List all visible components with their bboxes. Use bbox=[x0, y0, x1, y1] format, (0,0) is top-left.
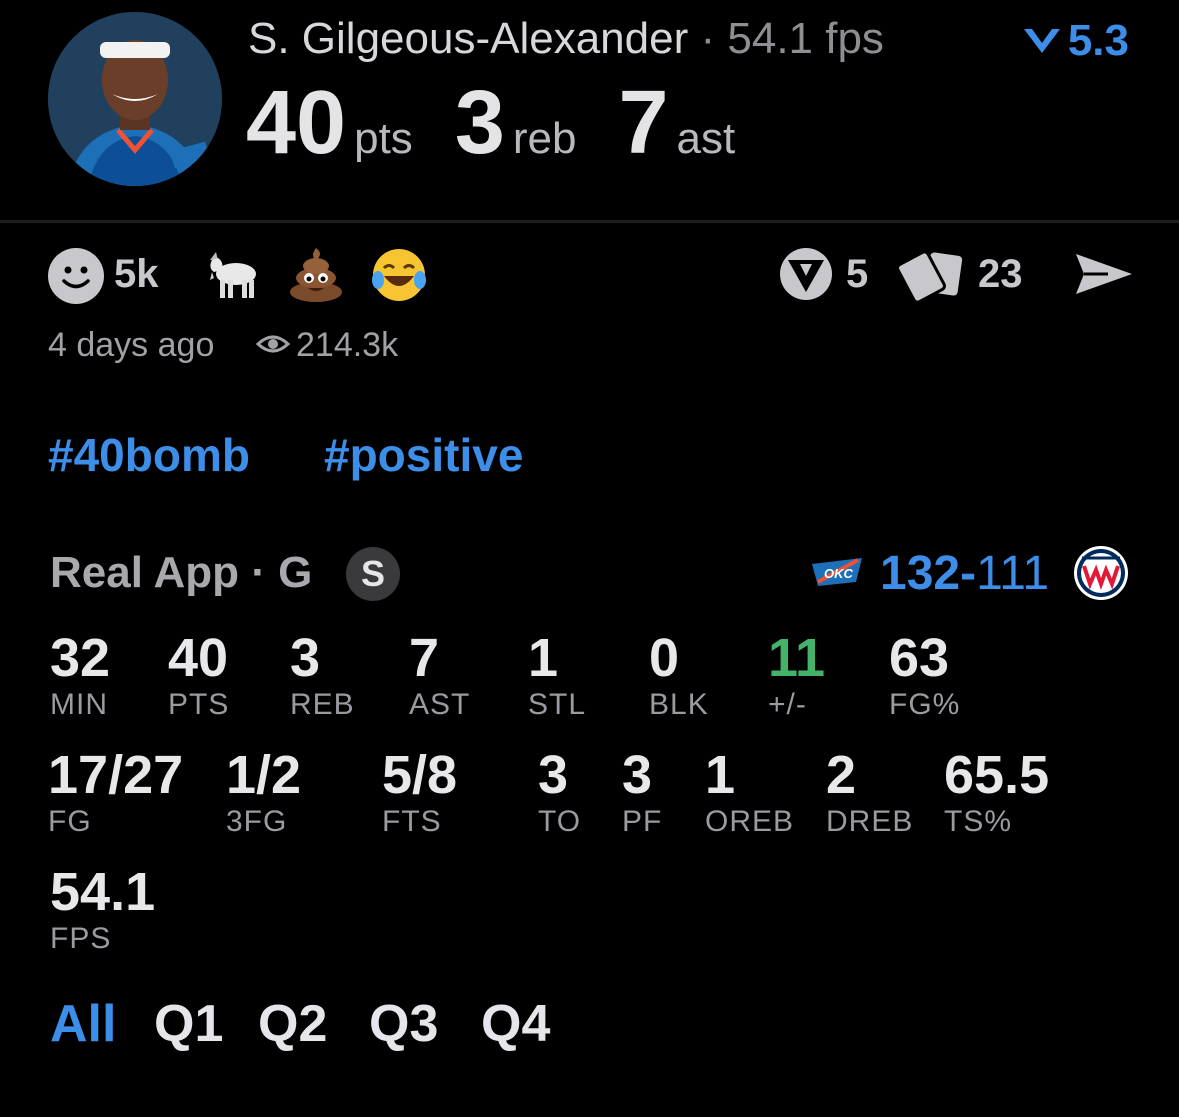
stat-blk: 0 BLK bbox=[649, 628, 709, 721]
score-home: 132 bbox=[880, 547, 961, 600]
score-away: 111 bbox=[976, 547, 1050, 600]
rating-value: 5.3 bbox=[1067, 16, 1129, 65]
stat-fg: 17/27 FG bbox=[48, 745, 184, 838]
game-label: Real App · G bbox=[50, 548, 313, 597]
headline-pts-label: pts bbox=[354, 114, 413, 163]
divider bbox=[0, 220, 1179, 223]
stat-to: 3 TO bbox=[538, 745, 582, 838]
score-dash: - bbox=[960, 547, 977, 600]
stat-plus-minus: 11 +/- bbox=[768, 628, 826, 721]
smiley-icon[interactable] bbox=[48, 248, 104, 304]
fps-value: 54.1 fps bbox=[727, 14, 884, 63]
s-badge: S bbox=[346, 547, 400, 601]
svg-text:OKC: OKC bbox=[824, 566, 854, 581]
tab-q3[interactable]: Q3 bbox=[369, 994, 438, 1054]
reaction-count: 5k bbox=[114, 252, 159, 296]
headline-reb: 3 bbox=[454, 73, 505, 173]
stat-oreb: 1 OREB bbox=[705, 745, 795, 838]
laughing-icon[interactable] bbox=[370, 246, 428, 304]
headline-ast-label: ast bbox=[676, 114, 736, 163]
stat-fg-pct: 63 FG% bbox=[889, 628, 961, 721]
player-name[interactable]: S. Gilgeous-Alexander bbox=[248, 14, 688, 63]
share-icon[interactable] bbox=[1074, 250, 1134, 298]
hashtag-link[interactable]: #positive bbox=[324, 428, 523, 482]
stat-pts: 40 PTS bbox=[168, 628, 230, 721]
headline-stats: 40 pts 3 reb 7 ast bbox=[246, 72, 777, 175]
vote-icon[interactable] bbox=[778, 246, 834, 302]
eye-icon bbox=[255, 332, 291, 356]
okc-logo-icon: OKC bbox=[808, 552, 866, 592]
timestamp: 4 days ago bbox=[48, 326, 215, 364]
view-count: 214.3k bbox=[296, 326, 399, 364]
tab-q1[interactable]: Q1 bbox=[154, 994, 223, 1054]
stat-fts: 5/8 FTS bbox=[382, 745, 458, 838]
rating-icon bbox=[1023, 29, 1060, 53]
vote-count: 5 bbox=[846, 252, 869, 296]
hashtag-link[interactable]: #40bomb bbox=[48, 428, 250, 482]
wizards-logo-icon bbox=[1072, 544, 1130, 602]
goat-icon[interactable] bbox=[202, 246, 260, 304]
rating[interactable]: 5.3 bbox=[1022, 16, 1129, 66]
poop-icon[interactable] bbox=[286, 244, 346, 304]
headline-pts: 40 bbox=[246, 73, 347, 173]
player-info-line: S. Gilgeous-Alexander · 54.1 fps bbox=[248, 14, 884, 64]
headline-reb-label: reb bbox=[512, 114, 577, 163]
separator: · bbox=[700, 14, 716, 63]
stat-fps: 54.1 FPS bbox=[50, 862, 156, 955]
stat-reb: 3 REB bbox=[290, 628, 355, 721]
cards-count: 23 bbox=[978, 252, 1023, 296]
headline-ast: 7 bbox=[618, 73, 669, 173]
player-avatar[interactable] bbox=[48, 12, 222, 186]
tab-q2[interactable]: Q2 bbox=[258, 994, 327, 1054]
stat-dreb: 2 DREB bbox=[826, 745, 914, 838]
game-score[interactable]: 132-111 bbox=[880, 546, 1049, 601]
stat-3fg: 1/2 3FG bbox=[226, 745, 302, 838]
stat-ast: 7 AST bbox=[409, 628, 471, 721]
stat-ts-pct: 65.5 TS% bbox=[944, 745, 1050, 838]
stat-stl: 1 STL bbox=[528, 628, 587, 721]
tab-q4[interactable]: Q4 bbox=[481, 994, 550, 1054]
stat-pf: 3 PF bbox=[622, 745, 663, 838]
tab-all[interactable]: All bbox=[50, 994, 116, 1054]
cards-icon[interactable] bbox=[896, 248, 966, 304]
stat-min: 32 MIN bbox=[50, 628, 111, 721]
